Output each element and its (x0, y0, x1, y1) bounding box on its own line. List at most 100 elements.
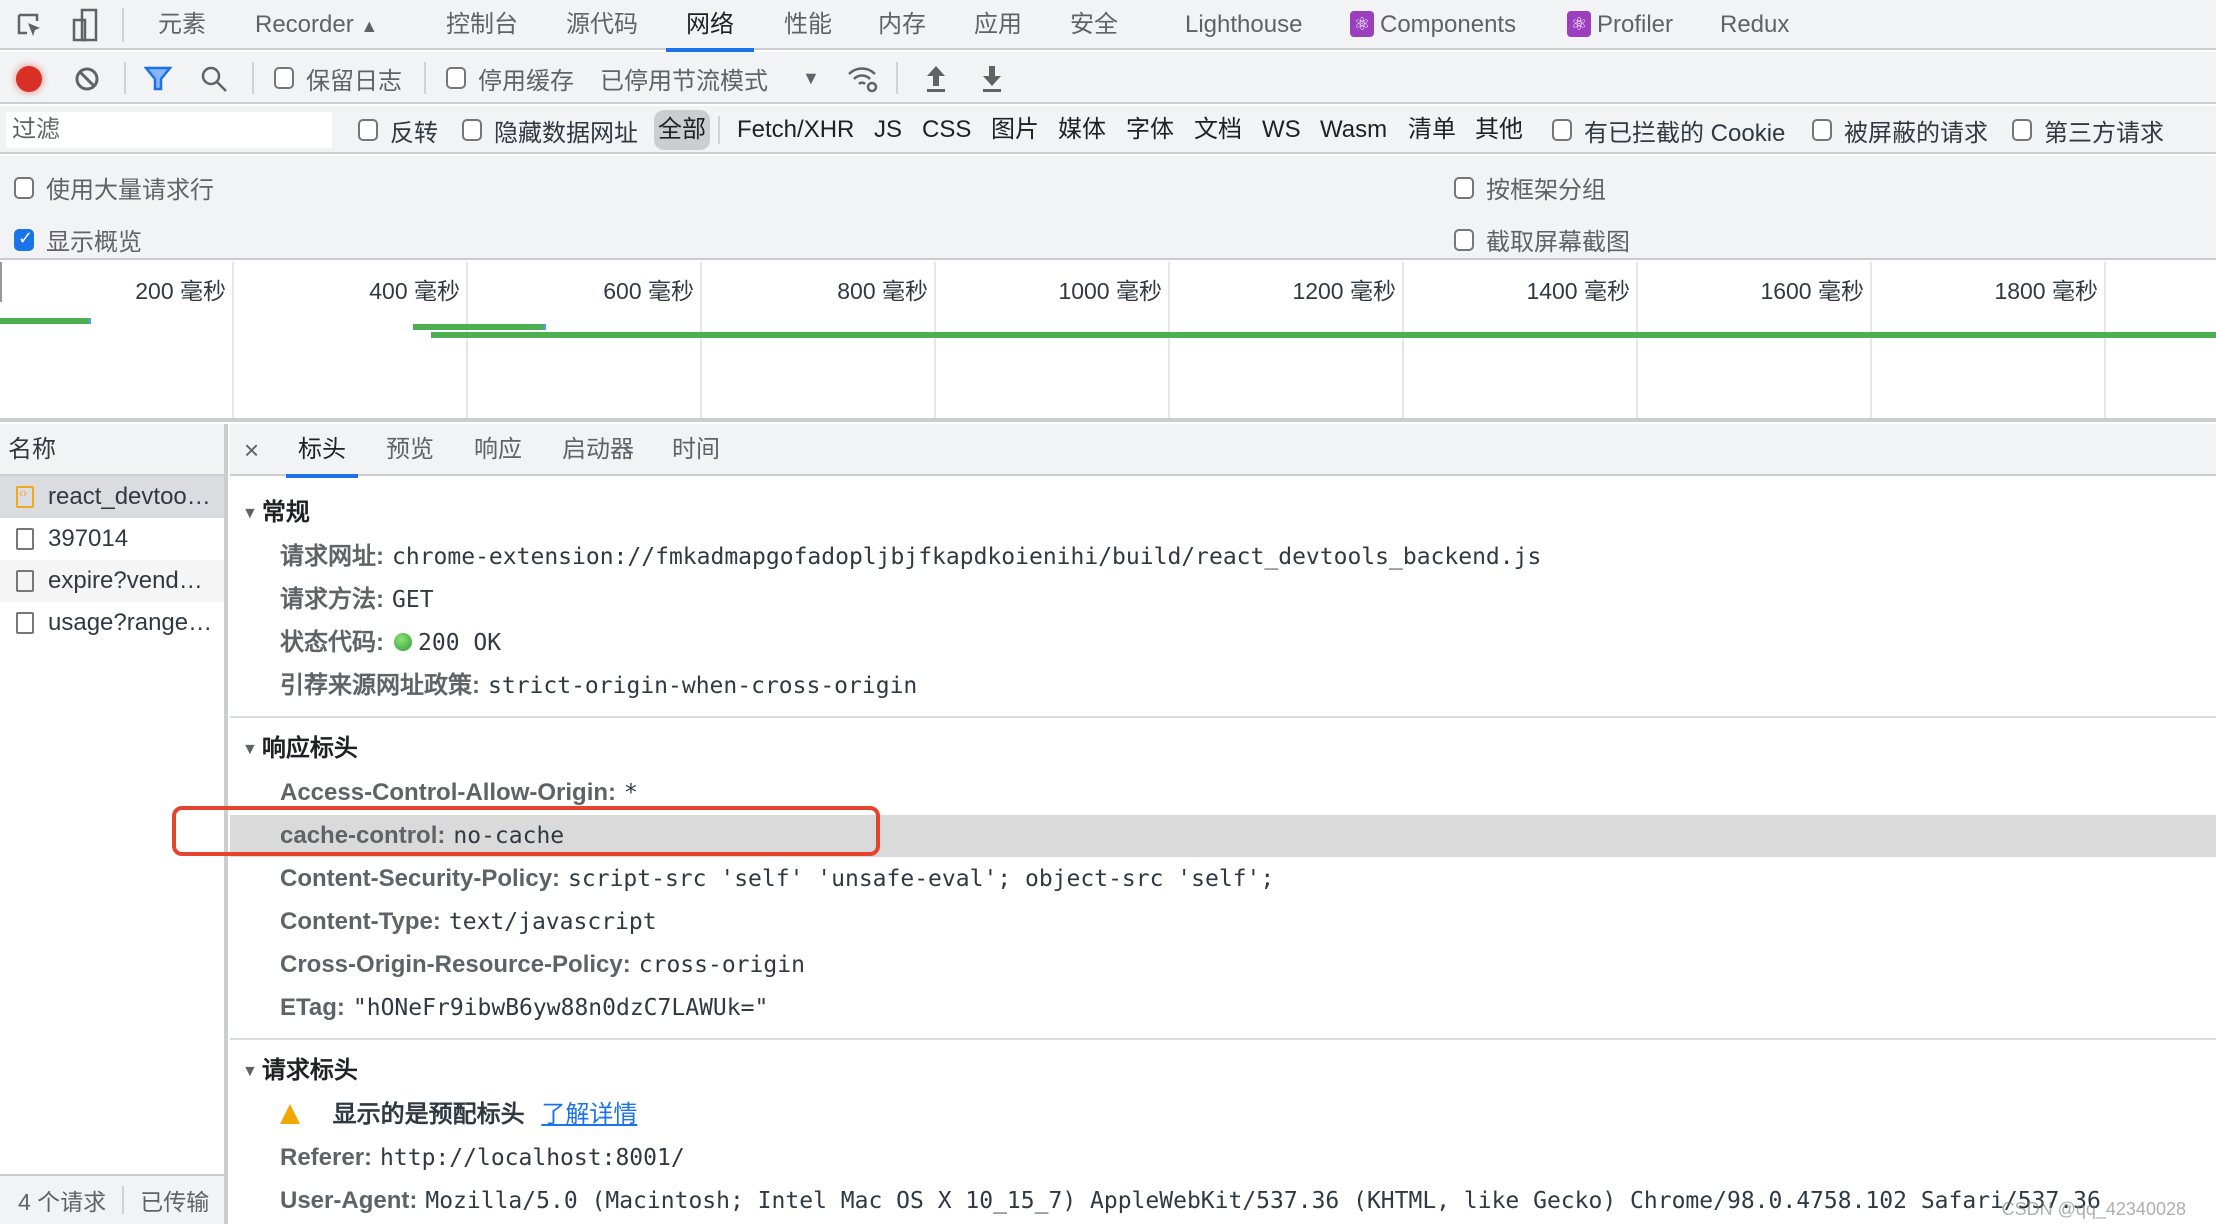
record-icon[interactable] (16, 66, 42, 92)
name-column-header[interactable]: 名称 (0, 424, 224, 476)
capture-screenshots-box[interactable] (1454, 228, 1474, 251)
annotation-highlight-box (172, 806, 880, 856)
hide-data-urls-label: 隐藏数据网址 (494, 119, 638, 147)
group-by-frame-box[interactable] (1454, 176, 1474, 199)
header-value: 200 OK (418, 630, 502, 656)
invert-checkbox[interactable]: 反转 (358, 106, 438, 154)
flask-icon: ▲ (360, 16, 379, 36)
overview-tick-label: 200 毫秒 (135, 278, 226, 304)
tab-application[interactable]: 应用 (974, 0, 1022, 50)
script-file-icon (16, 486, 34, 508)
request-rows: react_devtoo… 397014 expire?vend… usage?ran… (0, 476, 224, 644)
blocked-cookies-box[interactable] (1552, 119, 1572, 141)
download-icon[interactable] (980, 64, 1004, 94)
type-filter-ws[interactable]: WS (1262, 110, 1301, 150)
disable-cache-checkbox[interactable]: 停用缓存 (446, 52, 574, 104)
response-header-row: ETag: "hONeFr9ibwB6yw88n0dzC7LAWUk=" (280, 987, 768, 1029)
header-key: 请求网址: (280, 543, 384, 570)
inspect-element-icon[interactable] (16, 12, 44, 40)
group-by-frame-checkbox[interactable]: 按框架分组 (1454, 170, 1606, 205)
network-options: 使用大量请求行 显示概览 按框架分组 截取屏幕截图 (0, 156, 2216, 260)
device-toolbar-icon[interactable] (70, 8, 98, 42)
tab-recorder[interactable]: Recorder ▲ (255, 0, 378, 50)
third-party-checkbox[interactable]: 第三方请求 (2012, 106, 2164, 154)
warning-icon (280, 1104, 300, 1124)
tab-memory[interactable]: 内存 (878, 0, 926, 50)
big-request-rows-label: 使用大量请求行 (46, 177, 214, 204)
search-icon[interactable] (200, 65, 228, 93)
tab-profiler-label: Profiler (1597, 11, 1674, 38)
type-filter-css[interactable]: CSS (922, 110, 971, 150)
type-filter-wasm[interactable]: Wasm (1320, 110, 1387, 150)
general-section-toggle[interactable]: ▼ 常规 (242, 492, 310, 527)
tab-sources[interactable]: 源代码 (566, 0, 638, 50)
tab-elements[interactable]: 元素 (158, 0, 206, 50)
preserve-log-checkbox[interactable]: 保留日志 (274, 52, 402, 104)
request-row[interactable]: 397014 (0, 518, 224, 560)
preserve-log-box[interactable] (274, 67, 294, 89)
request-row[interactable]: expire?vend… (0, 560, 224, 602)
overview-tick-label: 1800 毫秒 (1994, 278, 2098, 304)
capture-screenshots-checkbox[interactable]: 截取屏幕截图 (1454, 222, 1630, 257)
request-name: expire?vend… (48, 567, 203, 594)
tab-profiler[interactable]: ⚛ Profiler (1567, 0, 1673, 50)
request-headers-toggle[interactable]: ▼ 请求标头 (242, 1050, 358, 1085)
tab-preview[interactable]: 预览 (386, 424, 434, 476)
type-filter-doc[interactable]: 文档 (1194, 110, 1242, 150)
overview-tick-label: 600 毫秒 (603, 278, 694, 304)
tab-console[interactable]: 控制台 (446, 0, 518, 50)
type-filter-font[interactable]: 字体 (1126, 110, 1174, 150)
type-filter-media[interactable]: 媒体 (1058, 110, 1106, 150)
overview-grid-line (2104, 262, 2106, 418)
tab-timing[interactable]: 时间 (672, 424, 720, 476)
tab-lighthouse[interactable]: Lighthouse (1185, 0, 1302, 50)
request-count: 4 个请求 (18, 1189, 107, 1215)
hide-data-urls-checkbox[interactable]: 隐藏数据网址 (462, 106, 638, 154)
type-filter-img[interactable]: 图片 (991, 110, 1039, 150)
throttling-select[interactable]: 已停用节流模式 ▼ (600, 52, 820, 104)
header-key: Content-Security-Policy: (280, 865, 561, 892)
filter-icon[interactable] (143, 66, 173, 92)
general-row-method: 请求方法: GET (280, 579, 434, 621)
big-request-rows-checkbox[interactable]: 使用大量请求行 (14, 170, 214, 205)
timeline-overview[interactable]: 200 毫秒 400 毫秒 600 毫秒 800 毫秒 1000 毫秒 1200 毫秒 14… (0, 262, 2216, 422)
invert-box[interactable] (358, 119, 378, 141)
tab-redux[interactable]: Redux (1720, 0, 1789, 50)
request-row[interactable]: usage?range… (0, 602, 224, 644)
type-filter-fetch-xhr[interactable]: Fetch/XHR (737, 110, 854, 150)
header-key: 请求方法: (280, 586, 384, 613)
tab-network[interactable]: 网络 (666, 0, 754, 52)
tab-headers[interactable]: 标头 (286, 424, 358, 478)
tab-response[interactable]: 响应 (474, 424, 522, 476)
filter-input[interactable] (6, 112, 332, 148)
blocked-requests-checkbox[interactable]: 被屏蔽的请求 (1812, 106, 1988, 154)
tab-security[interactable]: 安全 (1070, 0, 1118, 50)
show-overview-checkbox[interactable]: 显示概览 (14, 222, 142, 257)
close-icon[interactable]: × (244, 424, 259, 476)
overview-grid-line (1168, 262, 1170, 418)
tab-initiator[interactable]: 启动器 (562, 424, 634, 476)
request-row[interactable]: react_devtoo… (0, 476, 224, 518)
tab-performance[interactable]: 性能 (784, 0, 832, 50)
tab-components[interactable]: ⚛ Components (1350, 0, 1516, 50)
type-filter-all[interactable]: 全部 (654, 110, 710, 150)
upload-icon[interactable] (924, 64, 948, 94)
show-overview-box[interactable] (14, 228, 34, 251)
type-filter-manifest[interactable]: 清单 (1408, 110, 1456, 150)
network-status-bar: 4 个请求 已传输 (0, 1174, 224, 1224)
header-value: chrome-extension://fmkadmapgofadopljbjfk… (392, 544, 1542, 570)
overview-tick-label: 800 毫秒 (837, 278, 928, 304)
learn-more-link[interactable]: 了解详情 (541, 1101, 637, 1128)
blocked-requests-box[interactable] (1812, 119, 1832, 141)
type-filter-js[interactable]: JS (874, 110, 902, 150)
disable-cache-box[interactable] (446, 67, 466, 89)
blocked-cookies-checkbox[interactable]: 有已拦截的 Cookie (1552, 106, 1785, 154)
clear-icon[interactable] (74, 66, 100, 92)
hide-data-urls-box[interactable] (462, 119, 482, 141)
third-party-box[interactable] (2012, 119, 2032, 141)
big-request-rows-box[interactable] (14, 176, 34, 199)
type-filter-other[interactable]: 其他 (1475, 110, 1523, 150)
header-key: 状态代码: (280, 629, 384, 656)
network-conditions-icon[interactable] (846, 64, 880, 94)
response-headers-toggle[interactable]: ▼ 响应标头 (242, 728, 358, 763)
